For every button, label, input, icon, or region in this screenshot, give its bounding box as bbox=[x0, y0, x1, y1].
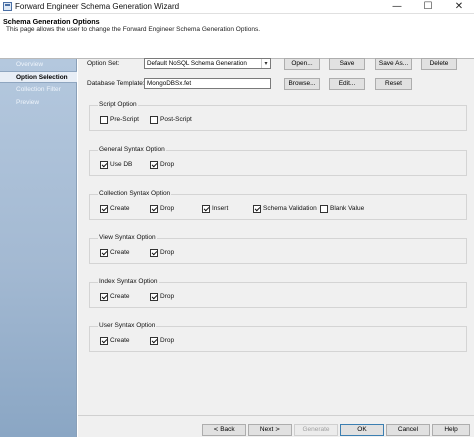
checkbox-label: Schema Validation bbox=[263, 205, 317, 212]
sidebar-item-collection-filter[interactable]: Collection Filter bbox=[0, 84, 77, 96]
checkbox-box bbox=[150, 205, 158, 213]
group-title: User Syntax Option bbox=[98, 322, 157, 329]
checkbox-label: Drop bbox=[160, 161, 175, 168]
minimize-button[interactable]: — bbox=[382, 0, 412, 14]
group-title: Index Syntax Option bbox=[98, 278, 159, 285]
checkbox-box bbox=[100, 337, 108, 345]
checkbox-box bbox=[100, 116, 108, 124]
next-label: Next bbox=[259, 426, 274, 433]
collection-syntax-option-group: Collection Syntax Option Create Drop Ins… bbox=[89, 190, 467, 220]
wizard-steps-sidebar: Overview Option Selection Collection Fil… bbox=[0, 59, 77, 437]
group-title: Script Option bbox=[98, 101, 138, 108]
page-subtitle: This page allows the user to change the … bbox=[6, 26, 261, 33]
reset-template-button[interactable]: Reset bbox=[375, 78, 412, 90]
group-title: Collection Syntax Option bbox=[98, 190, 172, 197]
edit-template-button[interactable]: Edit... bbox=[329, 78, 365, 90]
checkbox-label: Insert bbox=[212, 205, 229, 212]
sidebar-item-overview[interactable]: Overview bbox=[0, 59, 77, 71]
help-button[interactable]: Help bbox=[432, 424, 470, 436]
ok-button[interactable]: OK bbox=[340, 424, 384, 436]
database-template-label: Database Template: bbox=[87, 80, 145, 87]
footer-divider bbox=[78, 415, 474, 416]
database-template-field[interactable]: MongoDBSx.fet bbox=[144, 78, 271, 89]
group-title: General Syntax Option bbox=[98, 146, 166, 153]
chevron-left-icon: < bbox=[213, 426, 219, 433]
sidebar-item-option-selection[interactable]: Option Selection bbox=[0, 71, 77, 83]
checkbox-box bbox=[150, 249, 158, 257]
checkbox-label: Drop bbox=[160, 293, 175, 300]
group-title: View Syntax Option bbox=[98, 234, 157, 241]
title-bar: Forward Engineer Schema Generation Wizar… bbox=[0, 0, 474, 14]
cancel-button[interactable]: Cancel bbox=[386, 424, 430, 436]
checkbox-box bbox=[202, 205, 210, 213]
checkbox-box bbox=[150, 161, 158, 169]
checkbox-label: Create bbox=[110, 293, 130, 300]
checkbox-box bbox=[100, 293, 108, 301]
checkbox-label: Blank Value bbox=[330, 205, 365, 212]
option-set-label: Option Set: bbox=[87, 60, 120, 67]
options-panel: Option Set: Default NoSQL Schema Generat… bbox=[78, 58, 474, 437]
general-syntax-option-group: General Syntax Option Use DB Drop bbox=[89, 146, 467, 176]
checkbox-label: Create bbox=[110, 205, 130, 212]
checkbox-box bbox=[150, 337, 158, 345]
checkbox-label: Post-Script bbox=[160, 116, 192, 123]
wizard-header: Schema Generation Options This page allo… bbox=[0, 15, 474, 59]
checkbox-box bbox=[320, 205, 328, 213]
checkbox-label: Drop bbox=[160, 205, 175, 212]
checkbox-box bbox=[100, 249, 108, 257]
checkbox-box bbox=[150, 116, 158, 124]
open-option-set-button[interactable]: Open... bbox=[284, 58, 320, 70]
chevron-down-icon: ▾ bbox=[261, 59, 270, 68]
script-option-group: Script Option Pre-Script Post-Script bbox=[89, 101, 467, 131]
index-syntax-option-group: Index Syntax Option Create Drop bbox=[89, 278, 467, 308]
maximize-button[interactable]: ☐ bbox=[413, 0, 443, 14]
generate-button[interactable]: Generate bbox=[294, 424, 338, 436]
option-set-value: Default NoSQL Schema Generation bbox=[147, 60, 247, 67]
user-syntax-option-group: User Syntax Option Create Drop bbox=[89, 322, 467, 352]
checkbox-box bbox=[100, 161, 108, 169]
checkbox-box bbox=[100, 205, 108, 213]
close-button[interactable]: ✕ bbox=[444, 0, 474, 14]
checkbox-label: Create bbox=[110, 249, 130, 256]
checkbox-label: Use DB bbox=[110, 161, 133, 168]
app-icon bbox=[3, 2, 12, 11]
checkbox-label: Drop bbox=[160, 249, 175, 256]
checkbox-box bbox=[253, 205, 261, 213]
window-title: Forward Engineer Schema Generation Wizar… bbox=[15, 2, 180, 11]
sidebar-item-preview[interactable]: Preview bbox=[0, 97, 77, 109]
checkbox-box bbox=[150, 293, 158, 301]
back-label: Back bbox=[220, 426, 235, 433]
view-syntax-option-group: View Syntax Option Create Drop bbox=[89, 234, 467, 264]
chevron-right-icon: > bbox=[275, 426, 281, 433]
next-button[interactable]: Next > bbox=[248, 424, 292, 436]
option-set-dropdown[interactable]: Default NoSQL Schema Generation ▾ bbox=[144, 58, 271, 69]
checkbox-label: Create bbox=[110, 337, 130, 344]
page-title: Schema Generation Options bbox=[3, 17, 100, 26]
browse-template-button[interactable]: Browse... bbox=[284, 78, 320, 90]
back-button[interactable]: < Back bbox=[202, 424, 246, 436]
checkbox-label: Drop bbox=[160, 337, 175, 344]
delete-option-set-button[interactable]: Delete bbox=[421, 58, 457, 70]
checkbox-label: Pre-Script bbox=[110, 116, 139, 123]
save-option-set-button[interactable]: Save bbox=[329, 58, 365, 70]
save-as-option-set-button[interactable]: Save As... bbox=[375, 58, 412, 70]
